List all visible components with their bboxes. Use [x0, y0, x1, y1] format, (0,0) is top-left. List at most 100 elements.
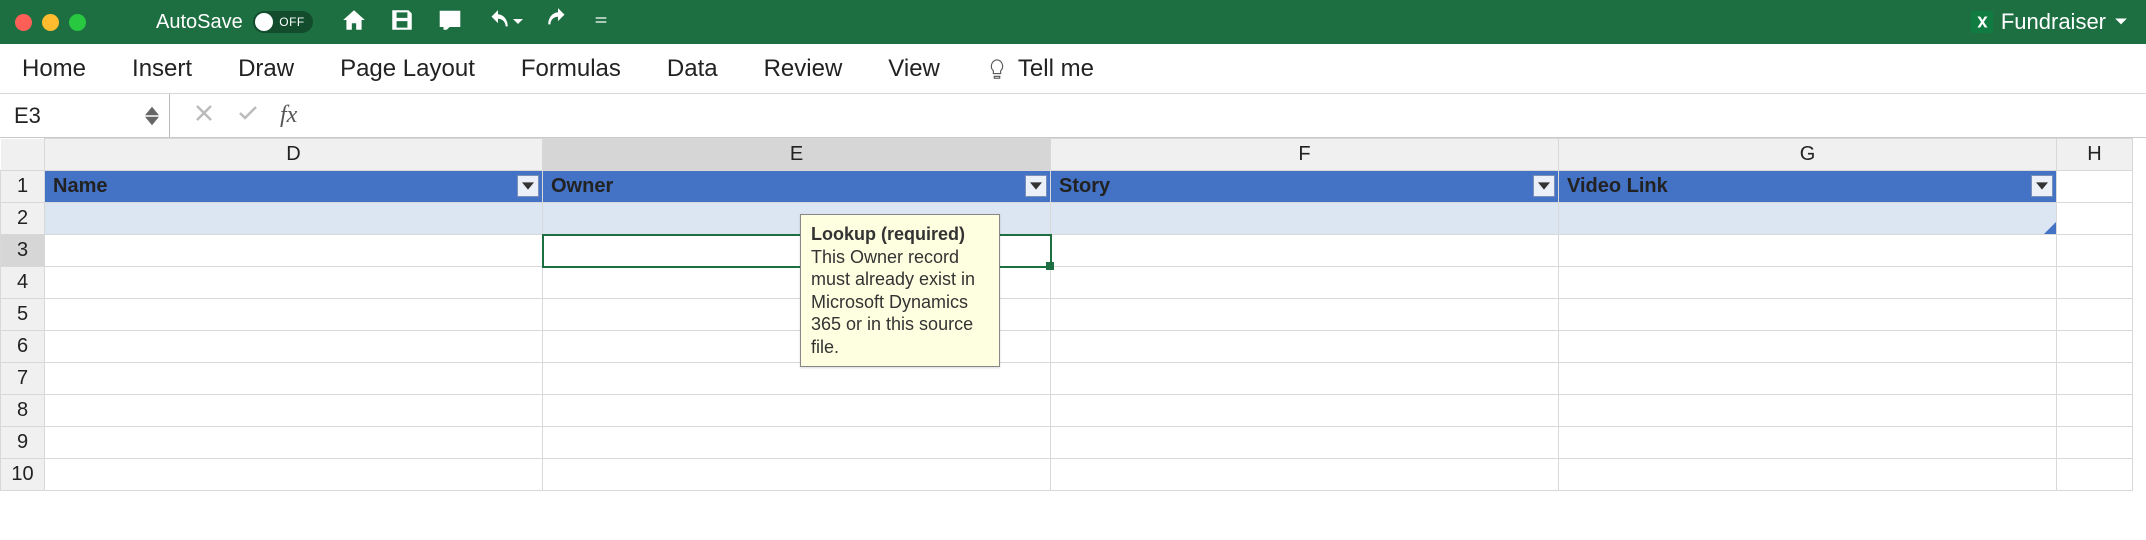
formula-bar: E3 fx	[0, 94, 2146, 138]
filter-button[interactable]	[517, 175, 539, 197]
filter-button[interactable]	[1533, 175, 1555, 197]
row-header-6[interactable]: 6	[1, 331, 45, 363]
filter-button[interactable]	[2031, 175, 2053, 197]
name-box[interactable]: E3	[0, 94, 170, 137]
cell[interactable]	[2057, 299, 2133, 331]
cell[interactable]	[1559, 235, 2057, 267]
undo-icon[interactable]	[485, 9, 523, 35]
cell[interactable]	[543, 427, 1051, 459]
cell[interactable]	[1559, 331, 2057, 363]
cell[interactable]	[2057, 235, 2133, 267]
table-header-name[interactable]: Name	[45, 171, 543, 203]
table-header-owner[interactable]: Owner	[543, 171, 1051, 203]
tab-insert[interactable]: Insert	[132, 55, 192, 83]
cell[interactable]	[1559, 203, 2057, 235]
cell[interactable]	[1051, 235, 1559, 267]
cell[interactable]	[45, 427, 543, 459]
save-icon[interactable]	[389, 7, 415, 38]
cell[interactable]	[2057, 331, 2133, 363]
autosave-toggle[interactable]: OFF	[253, 11, 313, 33]
row-header-8[interactable]: 8	[1, 395, 45, 427]
tab-review[interactable]: Review	[764, 55, 843, 83]
tab-formulas[interactable]: Formulas	[521, 55, 621, 83]
cell[interactable]	[1051, 299, 1559, 331]
tell-me[interactable]: Tell me	[986, 55, 1094, 83]
row-header-2[interactable]: 2	[1, 203, 45, 235]
autosave-control[interactable]: AutoSave OFF	[156, 11, 313, 34]
cell[interactable]	[2057, 395, 2133, 427]
row-header-7[interactable]: 7	[1, 363, 45, 395]
tab-draw[interactable]: Draw	[238, 55, 294, 83]
cell[interactable]	[1559, 459, 2057, 491]
cell[interactable]	[2057, 363, 2133, 395]
cell[interactable]	[45, 299, 543, 331]
validation-tooltip: Lookup (required) This Owner record must…	[800, 214, 1000, 367]
tab-home[interactable]: Home	[22, 55, 86, 83]
cell[interactable]	[1051, 459, 1559, 491]
cell[interactable]	[543, 363, 1051, 395]
home-icon[interactable]	[341, 7, 367, 38]
cell[interactable]	[45, 235, 543, 267]
row-header-9[interactable]: 9	[1, 427, 45, 459]
filter-button[interactable]	[1025, 175, 1047, 197]
cell[interactable]	[45, 203, 543, 235]
close-window-button[interactable]	[15, 14, 32, 31]
cell[interactable]	[1051, 395, 1559, 427]
cancel-icon[interactable]	[192, 101, 216, 130]
cell[interactable]	[1559, 427, 2057, 459]
cell[interactable]	[1559, 395, 2057, 427]
cell[interactable]	[2057, 203, 2133, 235]
tab-view[interactable]: View	[888, 55, 940, 83]
row-header-1[interactable]: 1	[1, 171, 45, 203]
spreadsheet-grid: D E F G H 1 Name Owner Story Video Link …	[0, 138, 2146, 491]
cell[interactable]	[45, 363, 543, 395]
col-header-d[interactable]: D	[45, 139, 543, 171]
cell[interactable]	[45, 395, 543, 427]
col-header-h[interactable]: H	[2057, 139, 2133, 171]
cell[interactable]	[45, 267, 543, 299]
table-header-story[interactable]: Story	[1051, 171, 1559, 203]
col-header-e[interactable]: E	[543, 139, 1051, 171]
cell[interactable]	[1051, 363, 1559, 395]
row-header-3[interactable]: 3	[1, 235, 45, 267]
cell[interactable]	[2057, 267, 2133, 299]
tab-page-layout[interactable]: Page Layout	[340, 55, 475, 83]
cell[interactable]	[1051, 267, 1559, 299]
tab-data[interactable]: Data	[667, 55, 718, 83]
row-header-4[interactable]: 4	[1, 267, 45, 299]
cell[interactable]	[45, 459, 543, 491]
name-box-spinner[interactable]	[145, 106, 163, 126]
cell[interactable]	[2057, 171, 2133, 203]
formula-input[interactable]	[319, 94, 2146, 137]
cell[interactable]	[2057, 427, 2133, 459]
cell[interactable]	[1051, 331, 1559, 363]
maximize-window-button[interactable]	[69, 14, 86, 31]
edit-icon[interactable]	[437, 7, 463, 38]
tooltip-body: This Owner record must already exist in …	[811, 246, 989, 359]
row-header-5[interactable]: 5	[1, 299, 45, 331]
cell[interactable]	[2057, 459, 2133, 491]
col-header-g[interactable]: G	[1559, 139, 2057, 171]
select-all-corner[interactable]	[1, 139, 45, 171]
cell[interactable]	[543, 395, 1051, 427]
table-header-video-link[interactable]: Video Link	[1559, 171, 2057, 203]
confirm-icon[interactable]	[236, 101, 260, 130]
cell[interactable]	[1051, 203, 1559, 235]
cell[interactable]	[1559, 299, 2057, 331]
cell[interactable]	[45, 331, 543, 363]
document-title[interactable]: Fundraiser	[1971, 9, 2128, 35]
col-header-f[interactable]: F	[1051, 139, 1559, 171]
cell-reference: E3	[14, 103, 41, 129]
row-9: 9	[1, 427, 2133, 459]
cell[interactable]	[1051, 427, 1559, 459]
row-header-10[interactable]: 10	[1, 459, 45, 491]
redo-icon[interactable]	[545, 7, 571, 38]
customize-qat-icon[interactable]	[593, 7, 609, 38]
fx-label[interactable]: fx	[280, 102, 297, 129]
cell[interactable]	[1559, 363, 2057, 395]
cell[interactable]	[1559, 267, 2057, 299]
cell[interactable]	[543, 459, 1051, 491]
minimize-window-button[interactable]	[42, 14, 59, 31]
tooltip-title: Lookup (required)	[811, 223, 989, 246]
row-6: 6	[1, 331, 2133, 363]
